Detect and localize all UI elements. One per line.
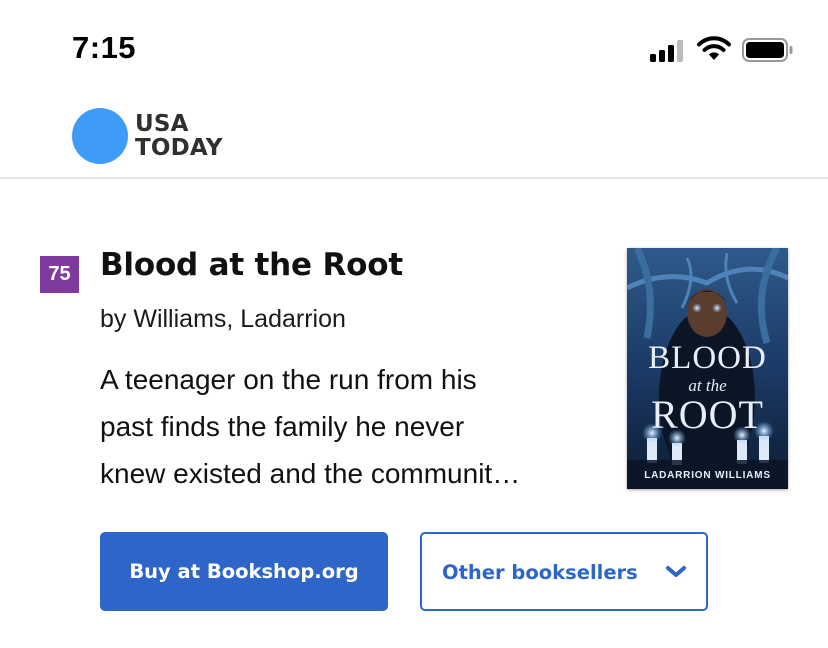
rank-badge: 75 xyxy=(40,256,79,293)
logo-line-1: USA xyxy=(135,111,189,137)
buy-at-bookshop-button[interactable]: Buy at Bookshop.org xyxy=(100,532,388,611)
description-line: A teenager on the run from his xyxy=(100,364,477,395)
wifi-icon xyxy=(697,36,731,60)
usa-today-logo[interactable]: USA TODAY xyxy=(135,112,223,160)
book-title[interactable]: Blood at the Root xyxy=(100,247,403,283)
cover-title-line-1: BLOOD xyxy=(648,340,767,376)
book-description: A teenager on the run from his past find… xyxy=(100,356,600,497)
cover-author: LADARRION WILLIAMS xyxy=(644,470,771,481)
site-header: USA TODAY xyxy=(0,96,828,179)
status-icons xyxy=(650,36,800,62)
status-time: 7:15 xyxy=(72,30,137,65)
usa-today-logo-dot[interactable] xyxy=(72,108,128,164)
book-author: by Williams, Ladarrion xyxy=(100,305,346,333)
chevron-down-icon xyxy=(666,566,686,577)
logo-line-2: TODAY xyxy=(135,135,223,161)
battery-icon xyxy=(742,38,793,62)
description-line: knew existed and the communit… xyxy=(100,458,521,489)
cover-title-line-3: ROOT xyxy=(651,392,764,437)
book-cover-image[interactable]: BLOOD at the ROOT LADARRION WILLIAMS xyxy=(627,248,788,489)
other-booksellers-label: Other booksellers xyxy=(442,561,638,584)
other-booksellers-button[interactable]: Other booksellers xyxy=(420,532,708,611)
description-line: past finds the family he never xyxy=(100,411,465,442)
status-bar: 7:15 xyxy=(0,0,828,96)
